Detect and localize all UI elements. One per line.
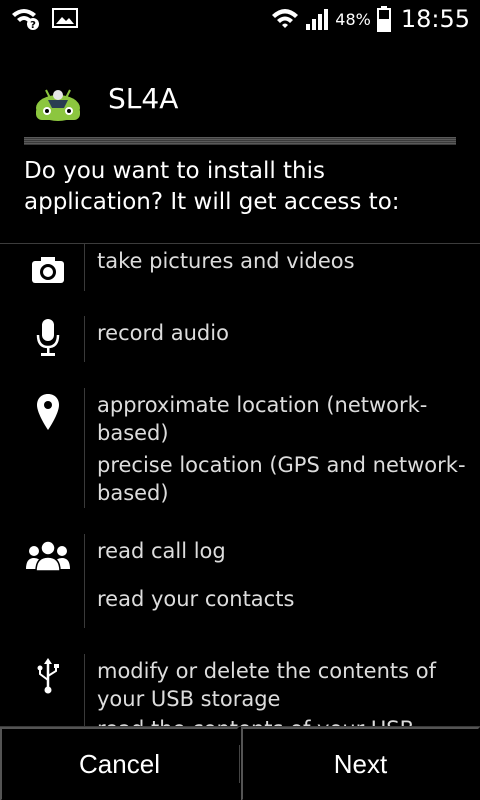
- permission-divider: [84, 654, 85, 726]
- battery-charging-icon: [376, 6, 391, 32]
- permission-item: read call log: [97, 539, 226, 563]
- wifi-icon: [272, 9, 299, 28]
- cancel-button[interactable]: Cancel: [0, 727, 239, 800]
- permission-group-contacts: read call log read your contacts: [0, 534, 480, 630]
- permission-group-camera: take pictures and videos: [0, 244, 480, 304]
- camera-icon: [24, 250, 72, 290]
- contacts-icon: [24, 536, 72, 576]
- permission-item: approximate location (network-based): [97, 393, 428, 445]
- microphone-icon: [24, 318, 72, 358]
- install-question: Do you want to install this application?…: [24, 158, 400, 215]
- location-pin-icon: [24, 392, 72, 432]
- status-right-icons: 48% 18:55: [271, 2, 470, 36]
- permission-divider: [84, 244, 85, 291]
- status-bar: ? 48% 18:55: [0, 0, 480, 38]
- wifi-question-icon: ?: [12, 9, 39, 30]
- permission-texts: approximate location (network-based) pre…: [97, 391, 477, 507]
- permission-group-microphone: record audio: [0, 316, 480, 366]
- usb-icon: [24, 656, 72, 696]
- signal-icon: [306, 9, 329, 30]
- permission-item: read the contents of your USB storage: [97, 715, 477, 726]
- permission-texts: read call log read your contacts: [97, 537, 477, 613]
- sl4a-android-icon: [36, 89, 80, 121]
- permission-item: modify or delete the contents of your US…: [97, 659, 436, 711]
- permission-divider: [84, 316, 85, 362]
- permission-group-location: approximate location (network-based) pre…: [0, 388, 480, 512]
- permission-list[interactable]: take pictures and videos record audio ap…: [0, 244, 480, 726]
- app-name: SL4A: [108, 82, 179, 115]
- permission-group-usb: modify or delete the contents of your US…: [0, 654, 480, 726]
- next-button[interactable]: Next: [241, 727, 480, 800]
- permission-item: record audio: [97, 321, 229, 345]
- status-left-icons: ?: [10, 6, 78, 30]
- permission-item: take pictures and videos: [97, 249, 355, 273]
- permission-item: read your contacts: [97, 587, 295, 611]
- permission-texts: record audio: [97, 319, 477, 347]
- permission-texts: take pictures and videos: [97, 247, 477, 275]
- button-bar: Cancel Next: [0, 726, 480, 800]
- svg-text:?: ?: [30, 20, 36, 30]
- permission-texts: modify or delete the contents of your US…: [97, 657, 477, 726]
- image-icon: [52, 8, 78, 28]
- permission-divider: [84, 534, 85, 628]
- battery-percent: 48%: [335, 9, 371, 29]
- header-divider: [24, 137, 456, 145]
- installer-header: SL4A: [0, 62, 480, 138]
- button-divider: [239, 745, 240, 783]
- permission-divider: [84, 388, 85, 508]
- permission-item: precise location (GPS and network-based): [97, 453, 466, 505]
- clock: 18:55: [400, 5, 470, 33]
